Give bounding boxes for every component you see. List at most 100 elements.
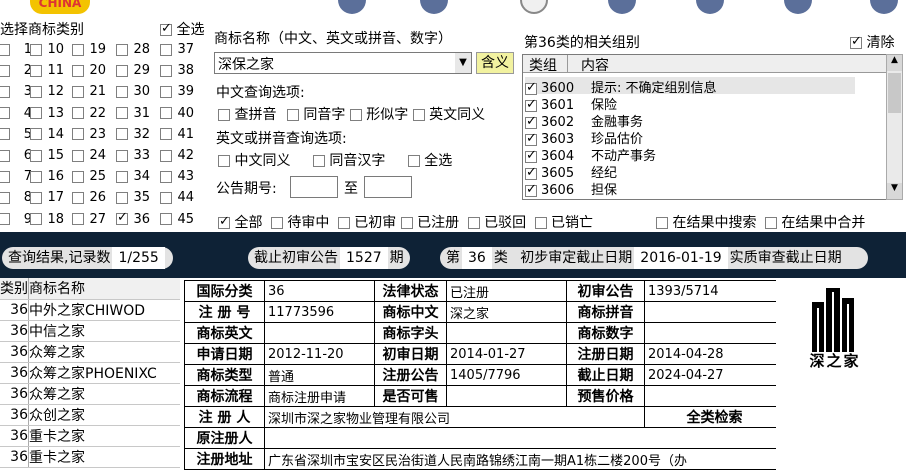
- class-checkbox-30[interactable]: [116, 85, 128, 98]
- option-pinyin[interactable]: 查拼音: [218, 107, 276, 123]
- status-all-checkbox[interactable]: [218, 214, 230, 229]
- class-option-42[interactable]: 42: [160, 148, 194, 163]
- all-class-search-button[interactable]: 全类检索: [644, 406, 776, 428]
- class-option-7[interactable]: 7: [0, 169, 32, 184]
- status-cancelled[interactable]: 已销亡: [534, 215, 593, 231]
- class-option-20[interactable]: 20: [72, 63, 106, 78]
- status-pending-checkbox[interactable]: [270, 217, 283, 229]
- group-checkbox-3603[interactable]: [525, 131, 537, 146]
- class-checkbox-4[interactable]: [0, 107, 10, 120]
- toolbar-button-6[interactable]: [784, 0, 812, 14]
- class-checkbox-6[interactable]: [0, 149, 10, 162]
- status-all[interactable]: 全部: [218, 214, 262, 231]
- similar-shape-checkbox[interactable]: [349, 109, 362, 121]
- search-in-results[interactable]: 在结果中搜索: [656, 215, 756, 231]
- class-option-35[interactable]: 35: [116, 190, 150, 205]
- group-checkbox-3601[interactable]: [525, 97, 537, 112]
- class-checkbox-34[interactable]: [116, 170, 128, 183]
- toolbar-button-2[interactable]: [420, 0, 448, 14]
- class-checkbox-29[interactable]: [116, 64, 128, 77]
- clear-groups[interactable]: 清除: [850, 32, 894, 52]
- class-option-45[interactable]: 45: [160, 212, 194, 227]
- class-option-25[interactable]: 25: [72, 169, 106, 184]
- class-option-36[interactable]: 36: [116, 210, 150, 227]
- class-option-38[interactable]: 38: [160, 63, 194, 78]
- status-registered-checkbox[interactable]: [400, 217, 413, 229]
- class-checkbox-1[interactable]: [0, 43, 10, 56]
- class-checkbox-5[interactable]: [0, 128, 10, 141]
- group-row-3602[interactable]: 3602金融事务: [525, 111, 643, 130]
- class-checkbox-15[interactable]: [30, 149, 42, 162]
- class-option-14[interactable]: 14: [30, 127, 64, 142]
- search-in-results-checkbox[interactable]: [656, 217, 668, 229]
- name-input[interactable]: 深保之家: [218, 54, 274, 74]
- group-row-3600[interactable]: 3600提示: 不确定组别信息: [525, 77, 855, 96]
- group-row-3601[interactable]: 3601保险: [525, 94, 617, 113]
- class-option-1[interactable]: 1: [0, 42, 32, 57]
- select-all-checkbox[interactable]: [160, 21, 172, 36]
- class-option-22[interactable]: 22: [72, 106, 106, 121]
- group-checkbox-3600[interactable]: [525, 80, 537, 95]
- class-option-2[interactable]: 2: [0, 63, 32, 78]
- class-option-23[interactable]: 23: [72, 127, 106, 142]
- option-homophone[interactable]: 同音字: [286, 107, 345, 123]
- toolbar-close-button[interactable]: [520, 0, 548, 14]
- class-option-41[interactable]: 41: [160, 127, 194, 142]
- class-checkbox-26[interactable]: [72, 191, 84, 204]
- class-checkbox-10[interactable]: [30, 43, 42, 56]
- option-homophone-hanzi[interactable]: 同音汉字: [312, 153, 385, 169]
- class-checkbox-31[interactable]: [116, 107, 128, 120]
- class-option-27[interactable]: 27: [72, 212, 106, 227]
- class-checkbox-17[interactable]: [30, 191, 42, 204]
- group-row-3606[interactable]: 3606 担保: [525, 179, 617, 198]
- class-checkbox-44[interactable]: [160, 191, 172, 204]
- class-checkbox-24[interactable]: [72, 149, 84, 162]
- class-checkbox-23[interactable]: [72, 128, 84, 141]
- class-option-37[interactable]: 37: [160, 42, 194, 57]
- class-option-18[interactable]: 18: [30, 212, 64, 227]
- class-checkbox-33[interactable]: [116, 149, 128, 162]
- class-checkbox-7[interactable]: [0, 170, 10, 183]
- class-option-24[interactable]: 24: [72, 148, 106, 163]
- clear-checkbox[interactable]: [850, 34, 862, 49]
- class-checkbox-27[interactable]: [72, 213, 84, 226]
- class-checkbox-19[interactable]: [72, 43, 84, 56]
- name-combo[interactable]: 深保之家 ▼: [214, 52, 472, 74]
- option-similar-shape[interactable]: 形似字: [349, 107, 408, 123]
- class-checkbox-3[interactable]: [0, 85, 10, 98]
- process-value[interactable]: 商标注册申请: [264, 385, 375, 407]
- class-checkbox-32[interactable]: [116, 128, 128, 141]
- class-option-33[interactable]: 33: [116, 148, 150, 163]
- en-synonym-checkbox[interactable]: [412, 109, 425, 121]
- class-checkbox-41[interactable]: [160, 128, 172, 141]
- class-option-6[interactable]: 6: [0, 148, 32, 163]
- result-row[interactable]: 36 众筹之家PHOENIXC: [0, 362, 180, 384]
- toolbar-button-4[interactable]: [608, 0, 636, 14]
- status-prelim-checkbox[interactable]: [337, 217, 350, 229]
- class-option-11[interactable]: 11: [30, 63, 64, 78]
- class-checkbox-21[interactable]: [72, 85, 84, 98]
- result-row[interactable]: 36 中外之家CHIWOD: [0, 299, 180, 321]
- merge-in-results[interactable]: 在结果中合并: [764, 215, 865, 231]
- class-option-34[interactable]: 34: [116, 169, 150, 184]
- group-checkbox-3606[interactable]: [525, 182, 537, 197]
- class-option-44[interactable]: 44: [160, 190, 194, 205]
- class-option-19[interactable]: 19: [72, 42, 106, 57]
- result-row[interactable]: 36 众筹之家: [0, 383, 180, 405]
- group-checkbox-3604[interactable]: [525, 148, 537, 163]
- class-option-26[interactable]: 26: [72, 190, 106, 205]
- class-option-39[interactable]: 39: [160, 84, 194, 99]
- meaning-button[interactable]: 含义: [476, 52, 514, 74]
- class-checkbox-25[interactable]: [72, 170, 84, 183]
- class-option-31[interactable]: 31: [116, 106, 150, 121]
- cn-synonym-checkbox[interactable]: [218, 155, 230, 167]
- class-checkbox-9[interactable]: [0, 213, 10, 226]
- class-checkbox-8[interactable]: [0, 191, 10, 204]
- class-checkbox-28[interactable]: [116, 43, 128, 56]
- issue-from-input[interactable]: [290, 176, 338, 198]
- issue-to-input[interactable]: [364, 176, 412, 198]
- class-checkbox-11[interactable]: [30, 64, 42, 77]
- class-checkbox-12[interactable]: [30, 85, 42, 98]
- scroll-up-icon[interactable]: ▲: [887, 55, 902, 71]
- option-select-all-en[interactable]: 全选: [407, 153, 452, 169]
